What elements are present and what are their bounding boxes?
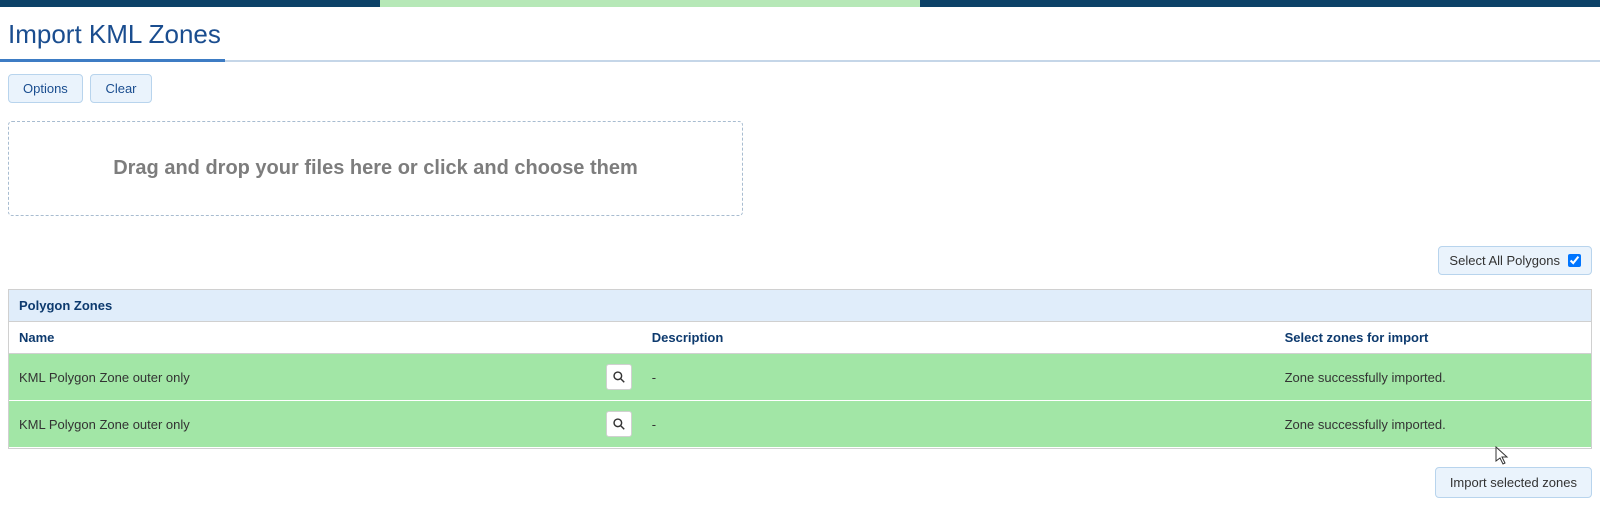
row-name: KML Polygon Zone outer only [19, 370, 190, 385]
table-section-header: Polygon Zones [9, 290, 1591, 322]
select-all-label: Select All Polygons [1449, 253, 1560, 268]
row-status: Zone successfully imported. [1275, 354, 1591, 401]
clear-button[interactable]: Clear [90, 74, 151, 103]
row-status: Zone successfully imported. [1275, 401, 1591, 448]
top-bar [0, 0, 1600, 7]
file-dropzone[interactable]: Drag and drop your files here or click a… [8, 121, 743, 216]
page-title: Import KML Zones [0, 7, 1600, 60]
title-underline-active [0, 59, 225, 62]
column-header-description[interactable]: Description [642, 322, 1275, 354]
title-underline [0, 60, 1600, 62]
column-header-select[interactable]: Select zones for import [1275, 322, 1591, 354]
table-row: KML Polygon Zone outer only - Zone succe… [9, 401, 1591, 448]
row-description: - [642, 354, 1275, 401]
zoom-icon[interactable] [606, 364, 632, 390]
import-selected-zones-button[interactable]: Import selected zones [1435, 467, 1592, 498]
select-all-polygons-button[interactable]: Select All Polygons [1438, 246, 1592, 275]
zoom-icon[interactable] [606, 411, 632, 437]
row-name: KML Polygon Zone outer only [19, 417, 190, 432]
column-header-name[interactable]: Name [9, 322, 642, 354]
options-button[interactable]: Options [8, 74, 83, 103]
row-description: - [642, 401, 1275, 448]
dropzone-text: Drag and drop your files here or click a… [113, 157, 638, 180]
polygon-zones-table: Polygon Zones Name Description Select zo… [8, 289, 1592, 449]
select-all-checkbox[interactable] [1568, 254, 1581, 267]
top-bar-progress [380, 0, 920, 7]
table-row: KML Polygon Zone outer only - Zone succe… [9, 354, 1591, 401]
